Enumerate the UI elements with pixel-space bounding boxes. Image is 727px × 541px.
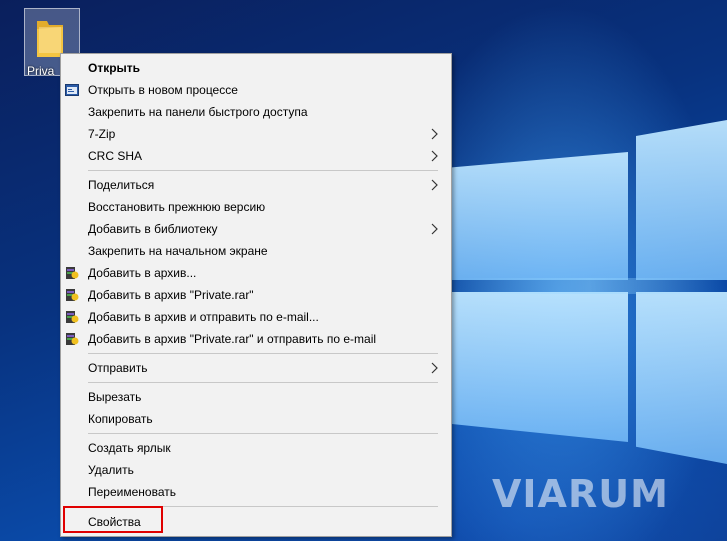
- menu-separator: [88, 382, 438, 383]
- menu-separator: [88, 353, 438, 354]
- menu-item-add-to-library[interactable]: Добавить в библиотеку: [61, 218, 451, 240]
- menu-item-cut[interactable]: Вырезать: [61, 386, 451, 408]
- menu-item-open[interactable]: Открыть: [61, 57, 451, 79]
- menu-item-7zip[interactable]: 7-Zip: [61, 123, 451, 145]
- menu-item-add-to-private-rar-email[interactable]: Добавить в архив "Private.rar" и отправи…: [61, 328, 451, 350]
- menu-item-share[interactable]: Поделиться: [61, 174, 451, 196]
- winrar-archive-icon: [66, 289, 79, 301]
- windows-logo-pane-bottom-right: [636, 292, 727, 464]
- menu-item-pin-quick-access[interactable]: Закрепить на панели быстрого доступа: [61, 101, 451, 123]
- menu-item-crc-sha[interactable]: CRC SHA: [61, 145, 451, 167]
- menu-item-open-new-process[interactable]: Открыть в новом процессе: [61, 79, 451, 101]
- menu-item-add-to-archive[interactable]: Добавить в архив...: [61, 262, 451, 284]
- windows-logo-pane-bottom-left: [452, 292, 628, 442]
- chevron-right-icon: [431, 150, 438, 162]
- winrar-archive-icon: [66, 267, 79, 279]
- chevron-right-icon: [431, 128, 438, 140]
- highlight-box-properties: [63, 506, 163, 533]
- window-process-icon: [65, 84, 79, 96]
- menu-item-add-to-private-rar[interactable]: Добавить в архив "Private.rar": [61, 284, 451, 306]
- desktop-folder-label: Priva: [27, 64, 55, 78]
- menu-item-restore-previous-version[interactable]: Восстановить прежнюю версию: [61, 196, 451, 218]
- winrar-archive-icon: [66, 311, 79, 323]
- windows-logo-pane-top-left: [452, 152, 628, 280]
- chevron-right-icon: [431, 362, 438, 374]
- chevron-right-icon: [431, 179, 438, 191]
- menu-item-copy[interactable]: Копировать: [61, 408, 451, 430]
- light-beam: [452, 278, 727, 294]
- menu-item-send-to[interactable]: Отправить: [61, 357, 451, 379]
- windows-logo-pane-top-right: [636, 120, 727, 280]
- winrar-archive-icon: [66, 333, 79, 345]
- menu-item-create-shortcut[interactable]: Создать ярлык: [61, 437, 451, 459]
- menu-item-rename[interactable]: Переименовать: [61, 481, 451, 503]
- menu-item-pin-start[interactable]: Закрепить на начальном экране: [61, 240, 451, 262]
- menu-item-delete[interactable]: Удалить: [61, 459, 451, 481]
- watermark-text: VIARUM: [492, 472, 669, 516]
- menu-separator: [88, 170, 438, 171]
- menu-item-add-to-archive-email[interactable]: Добавить в архив и отправить по e-mail..…: [61, 306, 451, 328]
- chevron-right-icon: [431, 223, 438, 235]
- context-menu: Открыть Открыть в новом процессе Закрепи…: [60, 53, 452, 537]
- menu-separator: [88, 433, 438, 434]
